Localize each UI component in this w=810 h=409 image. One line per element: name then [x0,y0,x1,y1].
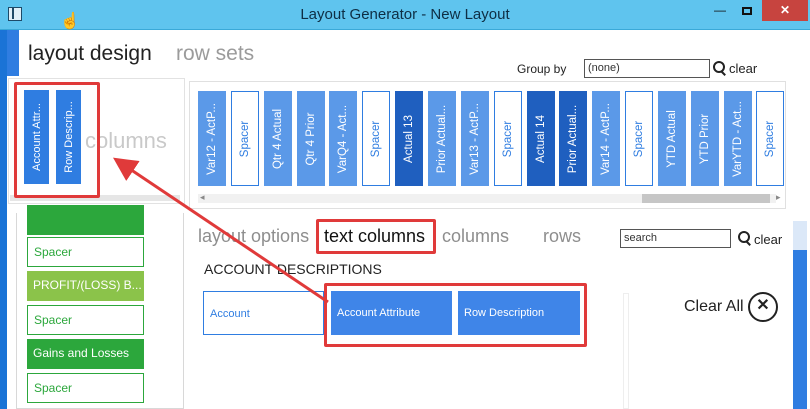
account-descriptions-title: ACCOUNT DESCRIPTIONS [204,261,382,277]
column-tile-label: Var12 - ActP... [206,102,218,175]
tab-rows[interactable]: rows [543,226,581,247]
column-tile-label: Spacer [239,120,251,157]
tab-layout-design[interactable]: layout design [28,42,152,66]
page-scrollbar-track[interactable] [793,221,807,250]
active-section-marker [7,30,19,76]
search-input[interactable]: search [620,229,731,248]
search-clear-link[interactable]: clear [754,232,782,247]
column-tile[interactable]: Spacer [625,91,653,186]
column-tile-label: Spacer [502,120,514,157]
column-tile-label: VarYTD - Act... [732,100,744,177]
column-tile-label: Actual 14 [535,114,547,163]
column-tile[interactable]: Spacer [756,91,784,186]
column-tile[interactable]: Var13 - ActP... [461,91,489,186]
clear-all-icon[interactable]: ✕ [748,292,778,322]
account-button[interactable]: Account [203,291,324,335]
row-list-item[interactable]: PROFIT/(LOSS) B... [27,271,144,301]
group-by-label: Group by [517,62,567,76]
column-tile-label: Qtr 4 Actual [272,108,284,169]
column-tile-label: Spacer [370,120,382,157]
column-tile-label: YTD Prior [699,113,711,164]
row-list-item[interactable] [27,205,144,235]
annotation-box-text-columns [14,82,100,198]
group-by-field[interactable]: (none) [584,59,710,78]
column-tile-label: Var13 - ActP... [469,102,481,175]
close-button[interactable]: ✕ [762,0,808,21]
scroll-left-icon[interactable]: ◂ [200,192,205,203]
column-tile-label: VarQ4 - Act... [337,104,349,173]
descriptions-scrollbar[interactable] [623,293,629,409]
column-tile[interactable]: Qtr 4 Prior [297,91,325,186]
tab-columns[interactable]: columns [442,226,509,247]
column-tile[interactable]: VarQ4 - Act... [329,91,357,186]
column-tile[interactable]: Qtr 4 Actual [264,91,292,186]
search-icon[interactable] [738,231,752,245]
column-tile-label: Spacer [764,120,776,157]
column-tile[interactable]: Var14 - ActP... [592,91,620,186]
column-tile[interactable]: Var12 - ActP... [198,91,226,186]
layout-generator-window: ☝ Layout Generator - New Layout — ✕ layo… [0,0,810,409]
row-list-item[interactable]: Gains and Losses [27,339,144,369]
column-tile-label: Prior Actual... [567,104,579,173]
column-tile[interactable]: Spacer [362,91,390,186]
column-tile[interactable]: Prior Actual... [559,91,587,186]
tab-layout-options[interactable]: layout options [198,226,309,247]
row-list-item[interactable]: Spacer [27,237,144,267]
maximize-icon [742,6,752,15]
window-left-edge [0,30,7,409]
row-list-item[interactable]: Spacer [27,373,144,403]
column-tile[interactable]: Actual 14 [527,91,555,186]
row-list-item[interactable]: Spacer [27,305,144,335]
column-tile-label: YTD Actual [666,109,678,168]
maximize-button[interactable] [734,0,760,21]
tab-row-sets[interactable]: row sets [176,42,254,66]
column-tile-label: Spacer [633,120,645,157]
column-tile[interactable]: Spacer [494,91,522,186]
search-icon[interactable] [713,61,727,75]
annotation-box-buttons [324,283,587,347]
column-tile-label: Actual 13 [403,114,415,163]
column-tile[interactable]: YTD Actual [658,91,686,186]
page-scrollbar-thumb[interactable] [793,250,807,409]
window-title: Layout Generator - New Layout [300,6,510,23]
annotation-box-text-columns-tab [316,219,436,254]
column-tile[interactable]: Prior Actual... [428,91,456,186]
scroll-right-icon[interactable]: ▸ [776,192,781,203]
column-tile-label: Var14 - ActP... [600,102,612,175]
column-tile-label: Prior Actual... [436,104,448,173]
column-tile[interactable]: YTD Prior [691,91,719,186]
group-by-clear-link[interactable]: clear [729,61,757,76]
columns-strip-scroll-thumb[interactable] [642,194,770,203]
column-tile-label: Qtr 4 Prior [305,111,317,166]
column-tile[interactable]: Spacer [231,91,259,186]
clear-all-label[interactable]: Clear All [684,298,744,316]
column-tile[interactable]: VarYTD - Act... [724,91,752,186]
column-tile[interactable]: Actual 13 [395,91,423,186]
minimize-button[interactable]: — [707,0,733,21]
title-bar: ☝ Layout Generator - New Layout — ✕ [0,0,810,30]
